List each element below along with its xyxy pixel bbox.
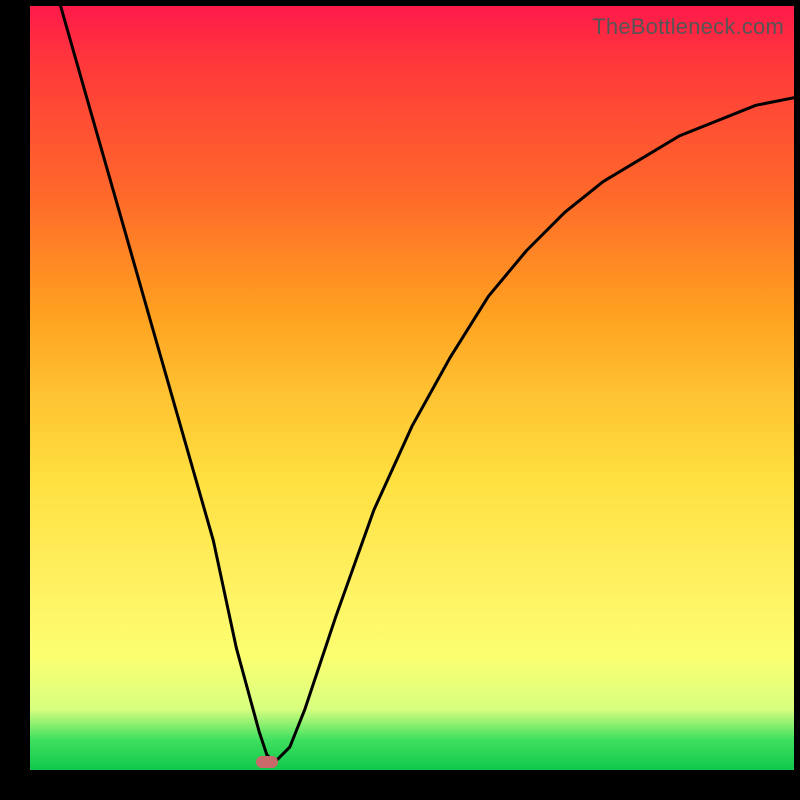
curve-path — [61, 6, 794, 762]
minimum-marker — [256, 756, 278, 768]
curve-svg — [30, 6, 794, 770]
plot-area: TheBottleneck.com — [30, 6, 794, 770]
